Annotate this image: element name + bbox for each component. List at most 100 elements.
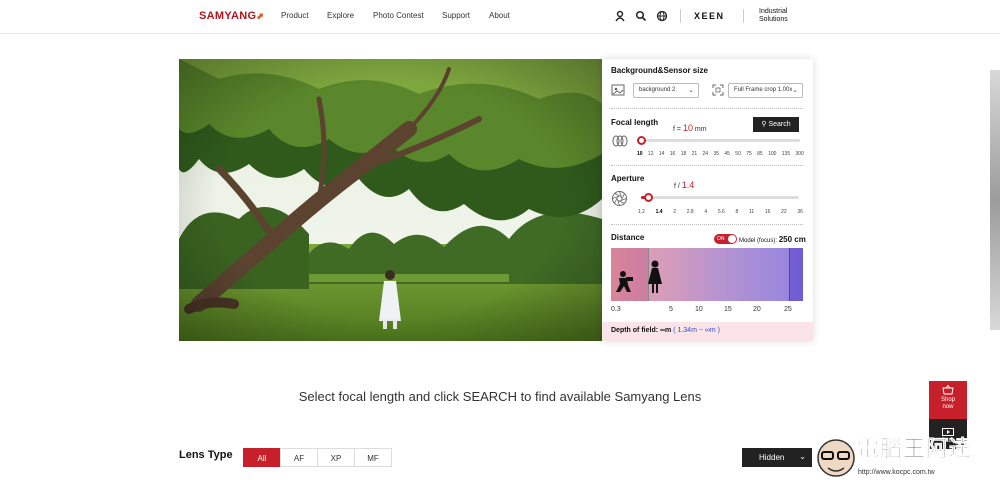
tick-label: 5.6 — [717, 209, 725, 215]
depth-of-field-bar: Depth of field: ∞m ( 1.34m ~ ∞m ) — [602, 322, 813, 341]
account-icon[interactable] — [614, 10, 626, 22]
nav-explore[interactable]: Explore — [327, 11, 373, 20]
xeen-link[interactable]: XEEN — [694, 11, 725, 21]
distance-tick: 20 — [753, 306, 761, 313]
tick-label: 1.4 — [655, 209, 663, 215]
tab-all[interactable]: All — [243, 448, 281, 467]
tick-label: 16 — [669, 151, 676, 157]
focal-length-title: Focal length — [611, 118, 659, 127]
aperture-icon — [612, 191, 627, 206]
sensor-select-value: Full Frame crop 1.00x — [734, 87, 793, 93]
nav-product[interactable]: Product — [281, 11, 327, 20]
model-silhouette-icon — [648, 260, 662, 293]
industrial-solutions-link[interactable]: Industrial Solutions — [759, 8, 788, 24]
tick-label: 14 — [658, 151, 665, 157]
tab-xp[interactable]: XP — [317, 448, 355, 467]
distance-title: Distance — [611, 233, 645, 242]
tick-label: 4 — [704, 209, 708, 215]
tick-label: 135 — [781, 151, 791, 157]
shop-now-button[interactable]: Shop now — [929, 381, 967, 419]
background-select-value: background 2 — [639, 87, 676, 93]
lens-icon — [612, 135, 628, 147]
aperture-ticks: 1.2 1.4 2 2.8 4 5.6 8 11 16 22 36 — [638, 209, 803, 215]
header-divider — [743, 9, 744, 23]
divider — [611, 108, 803, 109]
dof-range: ( 1.34m ~ ∞m ) — [673, 327, 720, 334]
basket-icon — [942, 385, 954, 395]
tick-label: 16 — [764, 209, 771, 215]
lens-type-title: Lens Type — [179, 449, 233, 461]
chevron-down-icon: ⌄ — [799, 452, 806, 461]
side-decoration — [990, 70, 1000, 330]
logo-text: SAMYANG — [199, 10, 257, 22]
focal-slider-track[interactable] — [640, 139, 800, 142]
tick-label: 36 — [797, 209, 803, 215]
focal-slider-handle[interactable] — [637, 136, 646, 145]
tick-label: 11 — [748, 209, 755, 215]
nav-about[interactable]: About — [489, 11, 529, 20]
tab-af[interactable]: AF — [280, 448, 318, 467]
lens-preview-photo — [179, 59, 602, 341]
tick-label: 12 — [647, 151, 654, 157]
model-toggle[interactable]: ON — [714, 234, 737, 244]
divider — [611, 165, 803, 166]
header-divider — [680, 9, 681, 23]
nav-photo-contest[interactable]: Photo Contest — [373, 11, 442, 20]
model-focus-label: Model (focus): — [739, 238, 779, 244]
chevron-down-icon: ⌄ — [688, 87, 694, 94]
industrial-line1: Industrial — [759, 8, 788, 15]
tick-label: 18 — [680, 151, 687, 157]
shop-line1: Shop — [940, 397, 955, 403]
logo-mark: ⬈ — [256, 11, 265, 21]
tick-label: 2 — [673, 209, 677, 215]
distance-tick: 0.3 — [611, 306, 621, 313]
search-button[interactable]: ⚲ Search — [753, 117, 799, 132]
samyang-logo[interactable]: SAMYANG⬈ — [199, 10, 264, 22]
dof-label: Depth of field: — [611, 327, 660, 334]
instruction-text: Select focal length and click SEARCH to … — [298, 389, 702, 404]
shop-line2: now — [942, 404, 954, 410]
distance-tick: 10 — [695, 306, 703, 313]
tick-label: 35 — [713, 151, 720, 157]
tick-label: 100 — [768, 151, 777, 157]
background-sensor-title: Background&Sensor size — [611, 66, 708, 75]
distance-tick: 25 — [784, 306, 792, 313]
distance-tick: 15 — [724, 306, 732, 313]
distance-visual[interactable] — [611, 248, 803, 301]
hidden-dropdown[interactable]: Hidden ⌄ — [742, 448, 812, 467]
aperture-prefix: f / — [674, 183, 682, 190]
dof-far: ∞m — [660, 327, 672, 334]
industrial-line2: Solutions — [759, 16, 788, 23]
model-focus: Model (focus): 250 cm — [739, 235, 806, 244]
divider — [611, 224, 803, 225]
toggle-label: ON — [717, 236, 725, 242]
watermark-text: 電腦王阿達 — [857, 436, 973, 462]
distance-tick: 5 — [669, 306, 673, 313]
aperture-number: 1.4 — [681, 180, 695, 190]
tick-label: 50 — [735, 151, 741, 157]
sensor-select[interactable]: Full Frame crop 1.00x ⌄ — [728, 83, 803, 98]
aperture-slider-track[interactable] — [641, 196, 799, 199]
tick-label: 85 — [757, 151, 763, 157]
search-label: Search — [768, 121, 791, 128]
language-icon[interactable] — [656, 10, 668, 22]
aperture-title: Aperture — [611, 174, 645, 183]
focal-length-value: f = 10 mm — [673, 123, 707, 133]
tick-label: 1.2 — [638, 209, 645, 215]
search-icon[interactable] — [635, 10, 647, 22]
aperture-value: f / 1.4 — [674, 180, 694, 190]
tick-label: 24 — [702, 151, 709, 157]
nav-support[interactable]: Support — [442, 11, 489, 20]
watermark-url: http://www.kocpc.com.tw — [858, 469, 935, 476]
site-header: SAMYANG⬈ Product Explore Photo Contest S… — [0, 0, 1000, 34]
tick-label: 8 — [735, 209, 739, 215]
tick-label: 22 — [781, 209, 787, 215]
image-icon — [611, 84, 625, 96]
background-select[interactable]: background 2 ⌄ — [633, 83, 699, 98]
aperture-slider-handle[interactable] — [644, 193, 653, 202]
photographer-icon — [616, 271, 633, 292]
tick-label: 21 — [691, 151, 698, 157]
focus-zone — [649, 248, 789, 301]
tab-mf[interactable]: MF — [354, 448, 392, 467]
search-icon: ⚲ — [761, 121, 767, 128]
